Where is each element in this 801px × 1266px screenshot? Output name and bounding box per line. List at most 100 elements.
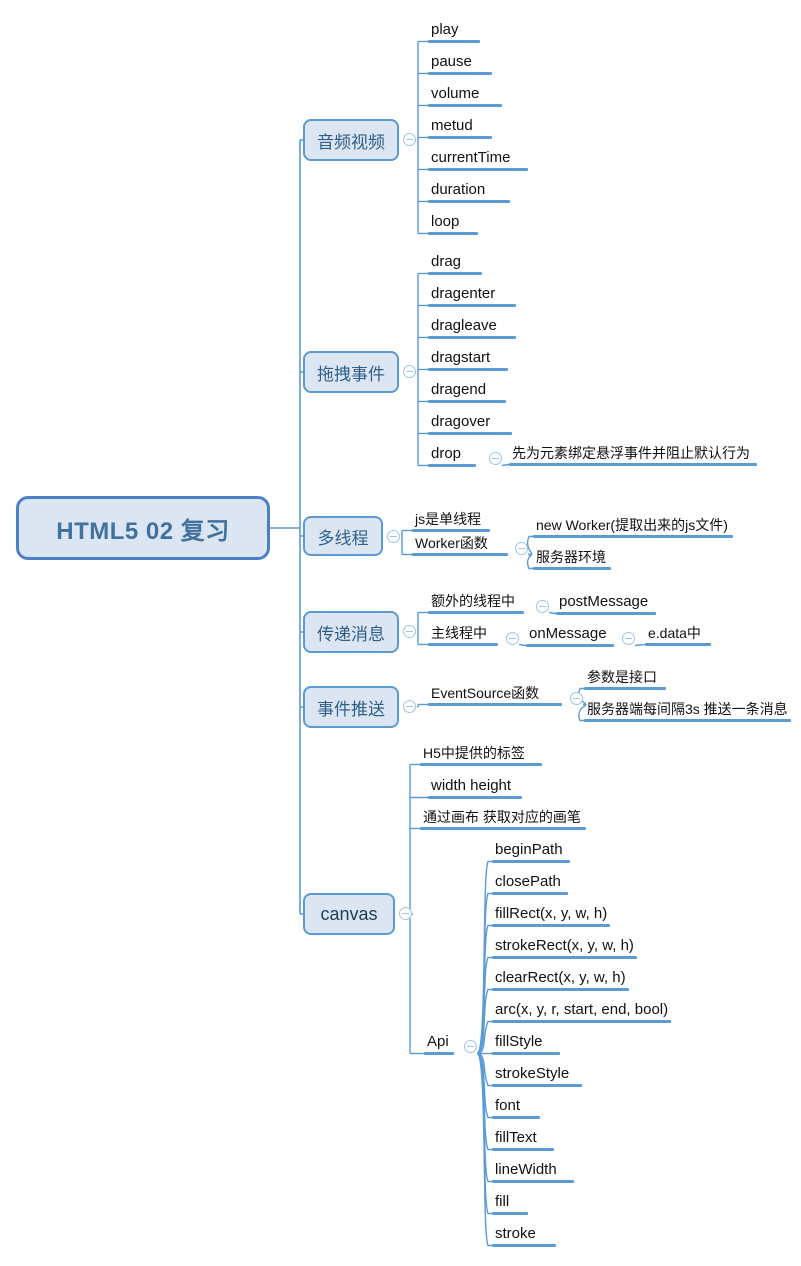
leaf-node-参数是接口[interactable]: 参数是接口 [584,670,666,690]
leaf-underline [492,860,570,863]
leaf-node-h5中提供的标签[interactable]: H5中提供的标签 [420,746,542,766]
leaf-label: stroke [495,1225,536,1242]
leaf-node-stroke[interactable]: stroke [492,1226,556,1247]
leaf-underline [492,1148,554,1151]
collapse-toggle-主线程中[interactable] [506,632,519,645]
leaf-underline [428,611,524,614]
collapse-toggle-传递消息[interactable] [403,625,416,638]
collapse-toggle-canvas[interactable] [399,907,412,920]
leaf-label: postMessage [559,593,649,610]
leaf-node-metud[interactable]: metud [428,118,492,139]
branch-node-事件推送[interactable]: 事件推送 [303,686,399,728]
leaf-node-fill[interactable]: fill [492,1194,528,1215]
leaf-node-beginpath[interactable]: beginPath [492,842,570,863]
leaf-node-worker函数[interactable]: Worker函数 [412,536,508,556]
leaf-node-dragenter[interactable]: dragenter [428,286,516,307]
leaf-underline [492,1244,556,1247]
leaf-node-服务器端每间隔3s-推送一条消息[interactable]: 服务器端每间隔3s 推送一条消息 [584,702,791,722]
collapse-toggle-onmessage[interactable] [622,632,635,645]
leaf-node-pause[interactable]: pause [428,54,492,75]
leaf-node-onmessage[interactable]: onMessage [526,626,614,647]
branch-node-音频视频[interactable]: 音频视频 [303,119,399,161]
leaf-underline [509,463,757,466]
leaf-underline [556,612,656,615]
leaf-node-play[interactable]: play [428,22,480,43]
leaf-label: fillRect(x, y, w, h) [495,905,608,922]
leaf-label: drag [431,253,462,270]
leaf-node-new-worker-提取出来的js文件[interactable]: new Worker(提取出来的js文件) [533,518,733,538]
leaf-node-strokerect-x-y-w-h[interactable]: strokeRect(x, y, w, h) [492,938,637,959]
leaf-underline [492,1180,574,1183]
branch-node-canvas[interactable]: canvas [303,893,395,935]
leaf-node-先为元素绑定悬浮事件并阻止默认行为[interactable]: 先为元素绑定悬浮事件并阻止默认行为 [509,446,757,466]
leaf-node-drop[interactable]: drop [428,446,476,467]
leaf-node-postmessage[interactable]: postMessage [556,594,656,615]
leaf-underline [428,232,478,235]
leaf-node-width-height[interactable]: width height [428,778,522,799]
leaf-node-currenttime[interactable]: currentTime [428,150,528,171]
leaf-label: dragover [431,413,491,430]
leaf-node-服务器环境[interactable]: 服务器环境 [533,550,611,570]
mindmap-canvas: HTML5 02 复习 音频视频 play pause volume metud curre… [0,0,801,1266]
root-node[interactable]: HTML5 02 复习 [16,496,270,560]
branch-node-拖拽事件[interactable]: 拖拽事件 [303,351,399,393]
leaf-label: beginPath [495,841,563,858]
leaf-label: loop [431,213,460,230]
leaf-node-dragleave[interactable]: dragleave [428,318,516,339]
collapse-toggle-音频视频[interactable] [403,133,416,146]
leaf-node-dragover[interactable]: dragover [428,414,512,435]
leaf-underline [533,567,611,570]
leaf-node-主线程中[interactable]: 主线程中 [428,626,498,646]
leaf-label: js是单线程 [415,511,482,527]
leaf-underline [428,136,492,139]
collapse-toggle-多线程[interactable] [387,530,400,543]
collapse-toggle-eventsource函数[interactable] [570,692,583,705]
leaf-label: H5中提供的标签 [423,745,525,761]
collapse-toggle-事件推送[interactable] [403,700,416,713]
leaf-label: duration [431,181,486,198]
leaf-node-通过画布-获取对应的画笔[interactable]: 通过画布 获取对应的画笔 [420,810,586,830]
leaf-node-volume[interactable]: volume [428,86,502,107]
leaf-underline [412,529,490,532]
leaf-underline [428,168,528,171]
leaf-underline [428,643,498,646]
collapse-toggle-拖拽事件[interactable] [403,365,416,378]
collapse-toggle-额外的线程中[interactable] [536,600,549,613]
leaf-underline [428,368,508,371]
leaf-node-linewidth[interactable]: lineWidth [492,1162,574,1183]
leaf-node-eventsource函数[interactable]: EventSource函数 [428,686,562,706]
leaf-node-loop[interactable]: loop [428,214,478,235]
leaf-node-font[interactable]: font [492,1098,540,1119]
leaf-node-drag[interactable]: drag [428,254,482,275]
collapse-toggle-worker函数[interactable] [515,542,528,555]
leaf-underline [645,643,711,646]
leaf-label: closePath [495,873,561,890]
branch-node-多线程[interactable]: 多线程 [303,516,383,556]
leaf-underline [412,553,508,556]
leaf-node-api[interactable]: Api [424,1034,454,1055]
leaf-label: fillText [495,1129,537,1146]
leaf-label: 通过画布 获取对应的画笔 [423,809,581,825]
leaf-label: 服务器环境 [536,549,606,565]
leaf-node-duration[interactable]: duration [428,182,510,203]
collapse-toggle-drop[interactable] [489,452,502,465]
leaf-node-js是单线程[interactable]: js是单线程 [412,512,490,532]
leaf-underline [492,1084,582,1087]
leaf-node-strokestyle[interactable]: strokeStyle [492,1066,582,1087]
branch-node-传递消息[interactable]: 传递消息 [303,611,399,653]
leaf-node-dragstart[interactable]: dragstart [428,350,508,371]
leaf-node-dragend[interactable]: dragend [428,382,506,403]
leaf-node-closepath[interactable]: closePath [492,874,568,895]
leaf-label: onMessage [529,625,607,642]
leaf-node-fillrect-x-y-w-h[interactable]: fillRect(x, y, w, h) [492,906,610,927]
leaf-node-arc-x-y-r-start-end-bool[interactable]: arc(x, y, r, start, end, bool) [492,1002,671,1023]
collapse-toggle-api[interactable] [464,1040,477,1053]
leaf-node-filltext[interactable]: fillText [492,1130,554,1151]
leaf-node-clearrect-x-y-w-h[interactable]: clearRect(x, y, w, h) [492,970,629,991]
leaf-node-e-data中[interactable]: e.data中 [645,626,711,646]
leaf-label: 先为元素绑定悬浮事件并阻止默认行为 [512,445,750,461]
leaf-label: dragend [431,381,487,398]
leaf-node-额外的线程中[interactable]: 额外的线程中 [428,594,524,614]
leaf-underline [526,644,614,647]
leaf-node-fillstyle[interactable]: fillStyle [492,1034,560,1055]
